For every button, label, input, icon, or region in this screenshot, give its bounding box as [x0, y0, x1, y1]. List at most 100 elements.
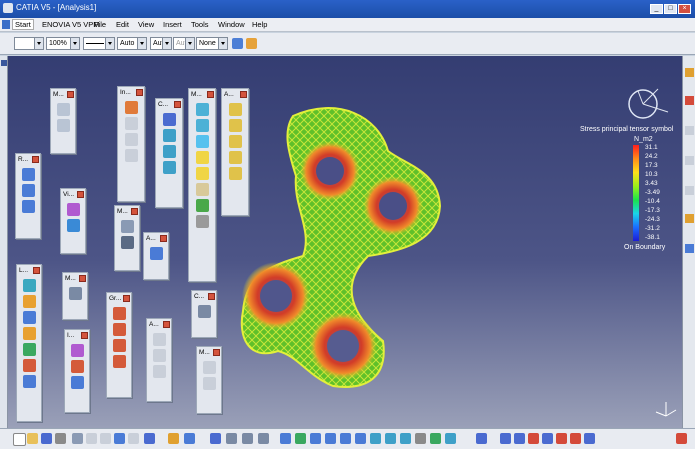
palette-a3[interactable]: A... — [146, 318, 172, 402]
tool-icon[interactable] — [68, 287, 82, 300]
copy-icon[interactable] — [86, 433, 97, 444]
tool-icon[interactable] — [528, 433, 539, 444]
menu-file[interactable]: File — [94, 20, 106, 29]
tool-icon[interactable] — [685, 126, 694, 135]
comment-icon[interactable] — [184, 433, 195, 444]
tool-icon[interactable] — [22, 279, 36, 292]
tool-icon[interactable] — [70, 376, 84, 389]
palette-m2[interactable]: M... — [188, 88, 216, 282]
tool-icon[interactable] — [22, 375, 36, 388]
menu-start[interactable]: Start — [12, 19, 34, 30]
palette-a2[interactable]: A... — [143, 232, 169, 280]
tool-icon[interactable] — [514, 433, 525, 444]
palette-close-button[interactable] — [77, 191, 84, 198]
tool-icon[interactable] — [70, 360, 84, 373]
tool-icon[interactable] — [22, 359, 36, 372]
tool-icon[interactable] — [56, 103, 70, 116]
tool-icon[interactable] — [195, 151, 209, 164]
tool-icon[interactable] — [685, 156, 694, 165]
minimize-button[interactable]: _ — [650, 4, 663, 14]
tool-icon[interactable] — [202, 361, 216, 374]
tool-icon[interactable] — [195, 167, 209, 180]
tool-icon[interactable] — [66, 219, 80, 232]
tool-icon[interactable] — [162, 145, 176, 158]
tool-icon[interactable] — [556, 433, 567, 444]
menu-window[interactable]: Window — [218, 20, 245, 29]
palette-close-button[interactable] — [163, 321, 170, 328]
palette-close-button[interactable] — [136, 89, 143, 96]
tool-icon[interactable] — [228, 103, 242, 116]
palette-c1[interactable]: C... — [155, 98, 183, 208]
paint-brush-icon[interactable] — [232, 38, 243, 49]
new-file-icon[interactable] — [13, 433, 26, 446]
tool-icon[interactable] — [124, 101, 138, 114]
palette-close-button[interactable] — [240, 91, 247, 98]
palette-close-button[interactable] — [207, 91, 214, 98]
table-icon[interactable] — [210, 433, 221, 444]
palette-l1[interactable]: L... — [16, 264, 42, 422]
formula-icon[interactable] — [168, 433, 179, 444]
tool-icon[interactable] — [685, 186, 694, 195]
tool-icon[interactable] — [242, 433, 253, 444]
open-folder-icon[interactable] — [27, 433, 38, 444]
left-scroll-strip[interactable] — [0, 56, 8, 428]
palette-vi[interactable]: Vi... — [60, 188, 86, 254]
pan-icon[interactable] — [310, 433, 321, 444]
compass-icon[interactable] — [628, 88, 669, 119]
tool-icon[interactable] — [112, 339, 126, 352]
palette-close-button[interactable] — [213, 349, 220, 356]
tool-icon[interactable] — [124, 149, 138, 162]
tool-icon[interactable] — [228, 119, 242, 132]
tool-icon[interactable] — [70, 344, 84, 357]
tool-icon[interactable] — [685, 68, 694, 77]
help-icon[interactable] — [144, 433, 155, 444]
tree-icon[interactable] — [226, 433, 237, 444]
cut-icon[interactable] — [72, 433, 83, 444]
zoom-out-icon[interactable] — [355, 433, 366, 444]
menu-help[interactable]: Help — [252, 20, 267, 29]
save-icon[interactable] — [41, 433, 52, 444]
layer-combo-2[interactable]: Aut — [173, 37, 195, 50]
tool-icon[interactable] — [21, 184, 35, 197]
palette-m5[interactable]: M... — [196, 346, 222, 414]
menu-tools[interactable]: Tools — [191, 20, 209, 29]
palette-close-button[interactable] — [67, 91, 74, 98]
fly-icon[interactable] — [280, 433, 291, 444]
layer-combo-1[interactable]: Aut — [150, 37, 172, 50]
tool-icon[interactable] — [22, 295, 36, 308]
palette-close-button[interactable] — [174, 101, 181, 108]
palette-close-button[interactable] — [131, 208, 138, 215]
tool-icon[interactable] — [149, 247, 163, 260]
palette-m1[interactable]: M... — [50, 88, 76, 154]
tool-icon[interactable] — [124, 117, 138, 130]
maximize-button[interactable]: □ — [664, 4, 677, 14]
tool-icon[interactable] — [584, 433, 595, 444]
close-button[interactable]: × — [678, 4, 691, 14]
tool-icon[interactable] — [476, 433, 487, 444]
palette-close-button[interactable] — [123, 295, 130, 302]
tool-icon[interactable] — [152, 365, 166, 378]
palette-close-button[interactable] — [160, 235, 167, 242]
tool-icon[interactable] — [22, 343, 36, 356]
fill-color-combo[interactable] — [14, 37, 44, 50]
tool-icon[interactable] — [570, 433, 581, 444]
tool-icon[interactable] — [56, 119, 70, 132]
tool-icon[interactable] — [195, 199, 209, 212]
normal-view-icon[interactable] — [370, 433, 381, 444]
tool-icon[interactable] — [195, 103, 209, 116]
tool-icon[interactable] — [22, 327, 36, 340]
palette-gr[interactable]: Gr... — [106, 292, 132, 398]
tool-icon[interactable] — [685, 244, 694, 253]
palette-close-button[interactable] — [81, 332, 88, 339]
render-style-icon[interactable] — [400, 433, 411, 444]
paste-icon[interactable] — [100, 433, 111, 444]
tool-icon[interactable] — [445, 433, 456, 444]
rotate-icon[interactable] — [325, 433, 336, 444]
redo-icon[interactable] — [128, 433, 139, 444]
tool-icon[interactable] — [228, 151, 242, 164]
swap-space-icon[interactable] — [430, 433, 441, 444]
palette-r[interactable]: R... — [15, 153, 41, 239]
tool-icon[interactable] — [124, 133, 138, 146]
line-weight-combo[interactable]: Auto — [117, 37, 147, 50]
tool-icon[interactable] — [162, 161, 176, 174]
